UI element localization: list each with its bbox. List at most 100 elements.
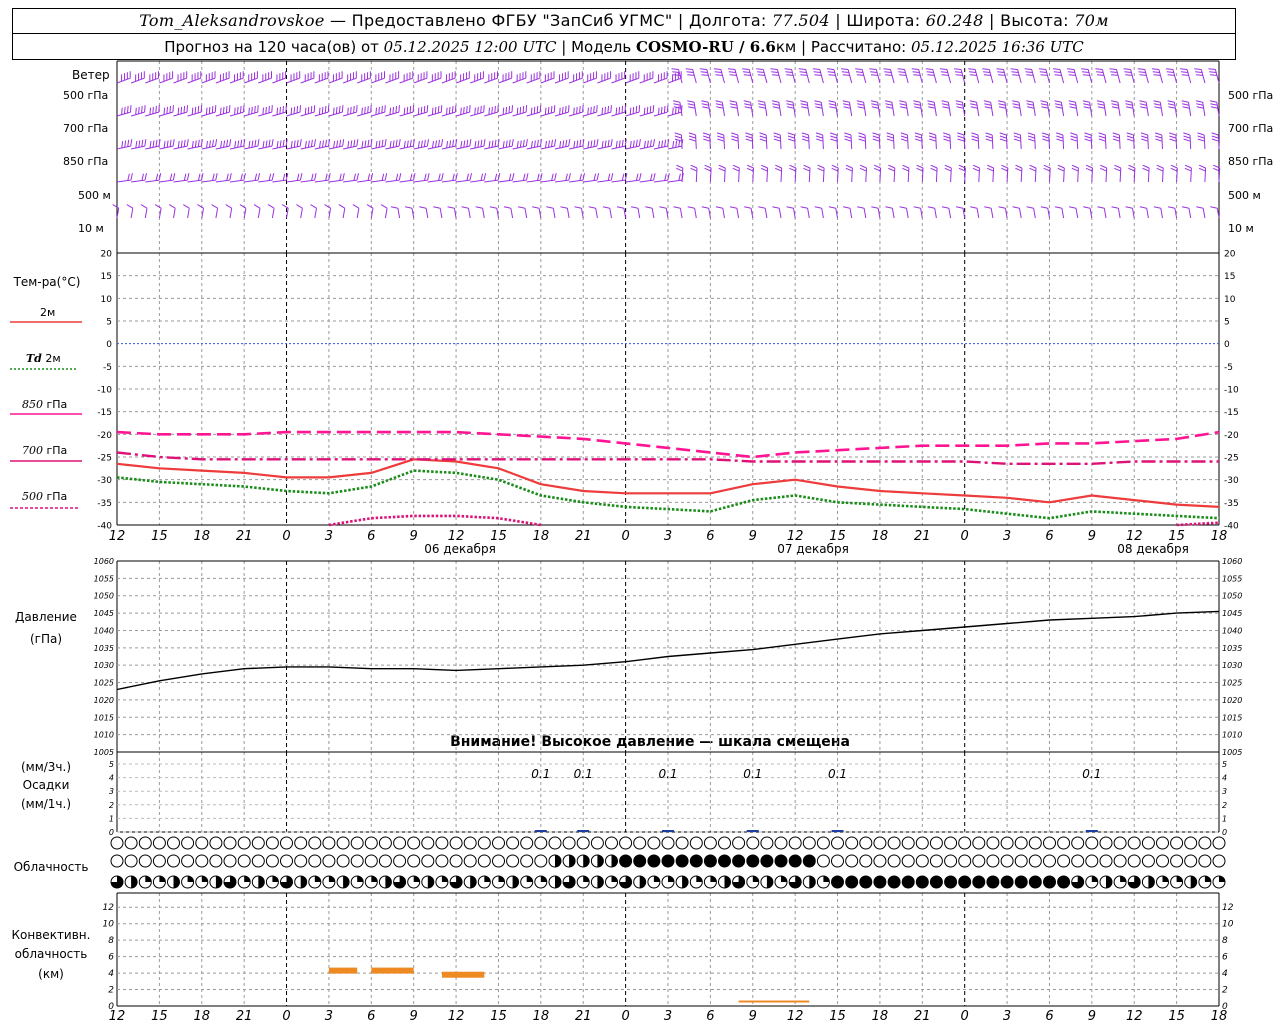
wind-barb-shape	[554, 71, 569, 84]
wind-barb-shape	[427, 139, 444, 150]
wind-barb	[625, 71, 640, 84]
conv-ytick-label-right: 12	[1222, 903, 1234, 913]
wind-barb-shape	[554, 139, 571, 150]
temp-500-line	[328, 514, 1220, 527]
wind-barb	[897, 68, 909, 84]
wind-barb-shape	[154, 204, 162, 219]
wind-barb	[969, 100, 980, 117]
wind-barb-shape	[968, 68, 980, 84]
conv-xtick-label: 9	[410, 1009, 418, 1024]
wind-barb	[569, 173, 585, 183]
cloud-symbol	[364, 875, 378, 889]
temp-xtick-label: 9	[749, 529, 757, 544]
wind-barb	[1054, 206, 1065, 219]
cloud-fill-full	[845, 876, 858, 888]
cloud-circle	[265, 854, 279, 868]
wind-barb	[731, 132, 740, 150]
wind-barb-shape	[758, 206, 768, 219]
wind-barb-shape	[244, 105, 259, 117]
cloud-symbol	[633, 875, 647, 889]
temp-ytick-label-right: 5	[1224, 318, 1230, 328]
wind-barb-shape	[858, 132, 867, 150]
conv-ytick-label: 10	[103, 920, 115, 930]
wind-barb-shape	[872, 132, 881, 150]
cloud-fill-half	[512, 876, 519, 888]
cloud-circle	[1113, 836, 1127, 850]
cloud-symbol	[633, 836, 647, 850]
wind-barb	[713, 68, 725, 84]
cloud-symbol	[1127, 875, 1141, 889]
wind-barb-shape	[1067, 68, 1079, 84]
wind-barb	[583, 173, 600, 183]
wind-barb-shape	[272, 173, 289, 183]
wind-barb-shape	[841, 68, 853, 84]
wind-barb	[455, 105, 471, 117]
wind-barb-shape	[688, 132, 697, 150]
wind-barb	[371, 173, 388, 183]
temp-ytick-label-right: -5	[1224, 363, 1233, 373]
cloud-symbol	[209, 854, 223, 868]
temp-xtick-label: 18	[193, 529, 210, 544]
wind-barb-shape	[498, 139, 514, 150]
cloud-symbol	[378, 854, 392, 868]
cloud-symbol	[929, 836, 943, 850]
pressure-ytick-label: 1005	[94, 748, 114, 757]
cloud-fill-full	[986, 876, 999, 888]
cloud-circle	[619, 836, 633, 850]
cloud-fill-quarter	[244, 876, 251, 882]
wind-barb	[899, 206, 909, 219]
wind-barb	[380, 204, 388, 219]
wind-barb	[239, 204, 247, 219]
cloud-circle	[929, 854, 943, 868]
wind-barb	[856, 100, 867, 117]
wind-barb-shape	[687, 206, 697, 219]
cloud-circle	[1099, 836, 1113, 850]
cloud-symbol	[1170, 836, 1184, 850]
conv-ytick-label: 12	[103, 903, 115, 913]
cloud-circle	[831, 836, 844, 850]
conv-xtick-label: 0	[282, 1009, 290, 1024]
wind-barb-shape	[718, 164, 726, 183]
wind-barb	[187, 173, 204, 183]
wind-barb	[399, 105, 415, 117]
wind-barb	[427, 105, 443, 117]
precip-ytick-label: 0	[109, 828, 114, 837]
wind-barb-shape	[441, 139, 458, 150]
wind-barb-shape	[1082, 100, 1093, 117]
cloud-fill-quarter	[314, 876, 321, 882]
wind-barb	[888, 164, 896, 183]
cloud-symbol	[1198, 836, 1212, 850]
cloud-fill-full	[1015, 876, 1028, 888]
wind-barb-shape	[168, 204, 176, 219]
wind-barb	[159, 139, 175, 150]
cloud-circle	[1043, 854, 1056, 868]
cloud-circle	[209, 854, 223, 868]
wind-barb-shape	[427, 105, 443, 117]
wind-barb-shape	[413, 139, 429, 150]
cloud-symbol	[322, 875, 336, 889]
cloud-circle	[703, 836, 717, 850]
wind-barb-shape	[871, 206, 881, 219]
wind-barb-shape	[639, 173, 656, 183]
wind-barb-shape	[484, 71, 498, 84]
wind-barb-shape	[1156, 164, 1164, 183]
wind-barb	[328, 173, 345, 183]
cloud-symbol	[506, 854, 520, 868]
wind-barb	[1114, 164, 1122, 183]
wind-barb-shape	[470, 139, 486, 150]
cloud-circle	[152, 854, 166, 868]
cloud-symbol	[1212, 854, 1226, 868]
wind-barb	[1196, 206, 1206, 219]
cloud-symbol	[1057, 836, 1071, 850]
wind-barb-shape	[928, 132, 937, 150]
wind-barb	[1182, 206, 1192, 219]
cloud-circle	[1198, 836, 1212, 850]
cloud-symbol	[364, 854, 378, 868]
wind-barb-shape	[1112, 132, 1121, 150]
cloud-fill-half	[639, 876, 646, 888]
wind-barb-shape	[842, 100, 853, 117]
wind-barb	[385, 139, 401, 150]
cloud-symbol	[421, 875, 435, 889]
wind-barb	[112, 204, 120, 219]
wind-barb	[1098, 132, 1107, 150]
